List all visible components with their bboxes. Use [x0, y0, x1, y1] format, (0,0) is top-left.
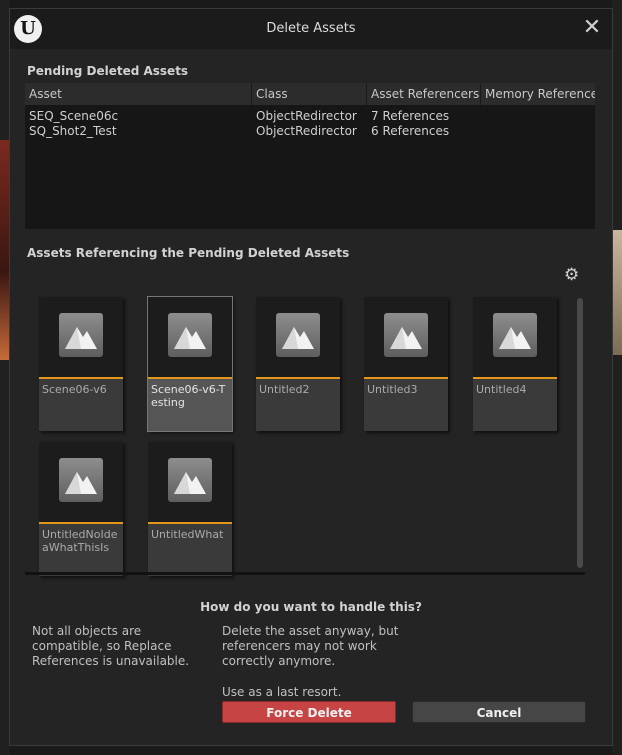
image-asset-icon	[168, 458, 212, 502]
asset-tile[interactable]: UntitledNoIdeaWhatThisIs	[39, 442, 123, 576]
asset-tile-name: UntitledNoIdeaWhatThisIs	[42, 528, 118, 554]
cell-asset: SQ_Shot2_Test	[29, 124, 117, 138]
pending-deleted-label: Pending Deleted Assets	[27, 64, 189, 78]
asset-thumbnail	[364, 297, 448, 377]
grid-scrollbar[interactable]	[577, 298, 583, 568]
asset-thumbnail	[256, 297, 340, 377]
background-viewport-strip	[612, 230, 622, 355]
pending-assets-table: Asset Class Asset Referencers Memory Ref…	[25, 83, 595, 229]
image-asset-icon	[276, 313, 320, 357]
gear-icon[interactable]: ⚙	[564, 265, 579, 285]
dialog-title: Delete Assets	[266, 21, 356, 36]
asset-type-bar	[39, 377, 123, 379]
image-asset-icon	[168, 313, 212, 357]
asset-type-bar	[473, 377, 557, 379]
handling-question: How do you want to handle this?	[200, 600, 422, 614]
image-asset-icon	[59, 313, 103, 357]
cell-class: ObjectRedirector	[256, 124, 357, 138]
asset-tile[interactable]: Scene06-v6	[39, 297, 123, 431]
asset-tile-name: Untitled2	[259, 383, 310, 396]
asset-tile-name: UntitledWhat	[151, 528, 224, 541]
background-editor-right	[612, 0, 622, 755]
force-delete-description: Delete the asset anyway, but referencers…	[222, 624, 399, 668]
asset-thumbnail	[39, 297, 123, 377]
asset-tile-name: Untitled3	[367, 383, 418, 396]
asset-tile[interactable]: UntitledWhat	[148, 442, 232, 576]
asset-tile[interactable]: Untitled4	[473, 297, 557, 431]
asset-type-bar	[148, 377, 232, 379]
asset-type-bar	[148, 522, 232, 524]
asset-tile-name: Untitled4	[476, 383, 527, 396]
referencing-assets-grid: Scene06-v6 Scene06-v6-Testing Untitled2 …	[25, 289, 585, 579]
asset-thumbnail	[473, 297, 557, 377]
table-header: Asset Class Asset Referencers Memory Ref…	[25, 83, 595, 105]
image-asset-icon	[384, 313, 428, 357]
replace-unavailable-note: Not all objects are compatible, so Repla…	[32, 624, 190, 668]
delete-assets-dialog: U Delete Assets ✕ Pending Deleted Assets…	[9, 8, 613, 746]
title-bar[interactable]: U Delete Assets ✕	[10, 9, 612, 49]
table-row[interactable]: SEQ_Scene06c ObjectRedirector 7 Referenc…	[25, 109, 595, 124]
grid-bottom-edge	[25, 572, 585, 575]
asset-tile-name: Scene06-v6-Testing	[151, 383, 226, 409]
asset-thumbnail	[39, 442, 123, 522]
asset-thumbnail	[148, 297, 232, 377]
close-icon[interactable]: ✕	[582, 17, 602, 39]
cell-referencers: 7 References	[371, 109, 450, 123]
asset-type-bar	[39, 522, 123, 524]
asset-tile[interactable]: Untitled3	[364, 297, 448, 431]
asset-tile-selected[interactable]: Scene06-v6-Testing	[147, 296, 233, 432]
asset-tile-name: Scene06-v6	[42, 383, 107, 396]
cell-class: ObjectRedirector	[256, 109, 357, 123]
asset-type-bar	[256, 377, 340, 379]
column-header-class[interactable]: Class	[252, 83, 367, 105]
cell-asset: SEQ_Scene06c	[29, 109, 119, 123]
last-resort-note: Use as a last resort.	[222, 685, 342, 699]
image-asset-icon	[493, 313, 537, 357]
asset-type-bar	[364, 377, 448, 379]
asset-tile[interactable]: Untitled2	[256, 297, 340, 431]
cancel-button[interactable]: Cancel	[412, 701, 586, 723]
referencing-assets-label: Assets Referencing the Pending Deleted A…	[27, 246, 350, 260]
force-delete-button[interactable]: Force Delete	[222, 701, 396, 723]
cell-referencers: 6 References	[371, 124, 450, 138]
image-asset-icon	[59, 458, 103, 502]
column-header-referencers[interactable]: Asset Referencers	[367, 83, 481, 105]
table-row[interactable]: SQ_Shot2_Test ObjectRedirector 6 Referen…	[25, 124, 595, 139]
column-header-memory[interactable]: Memory Reference	[481, 83, 595, 105]
asset-thumbnail	[148, 442, 232, 522]
column-header-asset[interactable]: Asset	[25, 83, 252, 105]
